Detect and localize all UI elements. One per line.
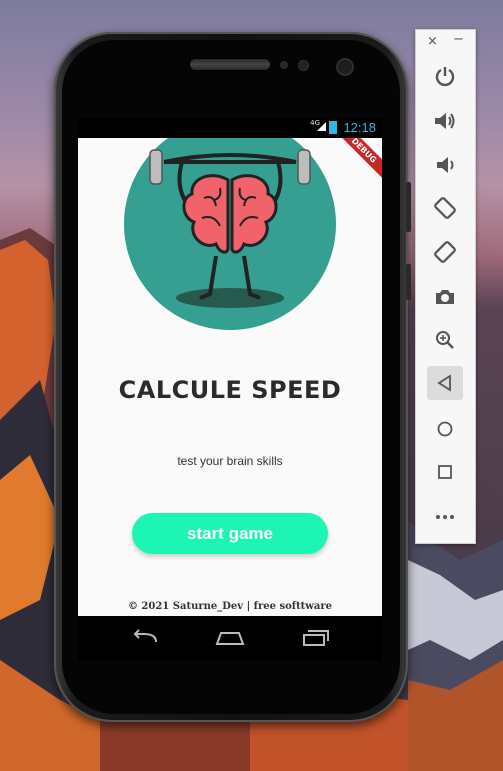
overview-icon[interactable] — [430, 457, 460, 487]
recents-icon[interactable] — [300, 628, 330, 648]
more-icon[interactable] — [430, 502, 460, 532]
brain-lifting-logo — [124, 138, 336, 330]
rotate-right-icon[interactable] — [430, 237, 460, 267]
debug-banner: DEBUG — [331, 138, 382, 184]
emulator-control-panel: × − — [415, 29, 476, 544]
android-navigation-bar — [78, 616, 382, 660]
status-bar: 4G 12:18 — [78, 118, 382, 138]
app-screen: DEBUG CALCULE SPEED test your brain skil… — [78, 138, 382, 616]
home-icon[interactable] — [214, 628, 246, 648]
status-time: 12:18 — [343, 120, 376, 135]
app-title: CALCULE SPEED — [118, 376, 342, 404]
proximity-sensor — [280, 61, 288, 69]
light-sensor — [298, 60, 309, 71]
volume-down-icon[interactable] — [430, 150, 460, 180]
signal-icon — [317, 122, 326, 131]
front-camera — [336, 58, 354, 76]
camera-icon[interactable] — [430, 282, 460, 312]
home-icon[interactable] — [430, 414, 460, 444]
volume-up-icon[interactable] — [430, 106, 460, 136]
volume-hardware-button[interactable] — [406, 182, 411, 232]
power-hardware-button[interactable] — [406, 264, 411, 300]
back-icon[interactable] — [427, 366, 463, 400]
battery-icon — [329, 121, 337, 134]
panel-close-button[interactable]: × — [427, 34, 438, 49]
rotate-left-icon[interactable] — [430, 193, 460, 223]
zoom-icon[interactable] — [430, 325, 460, 355]
copyright-footer: © 2021 Saturne_Dev | free softtware — [127, 601, 333, 612]
power-icon[interactable] — [430, 61, 460, 91]
earpiece-speaker — [190, 59, 270, 70]
start-game-button[interactable]: start game — [132, 513, 328, 554]
panel-minimize-button[interactable]: − — [453, 32, 464, 47]
back-icon[interactable] — [130, 628, 160, 648]
app-subtitle: test your brain skills — [177, 454, 283, 468]
